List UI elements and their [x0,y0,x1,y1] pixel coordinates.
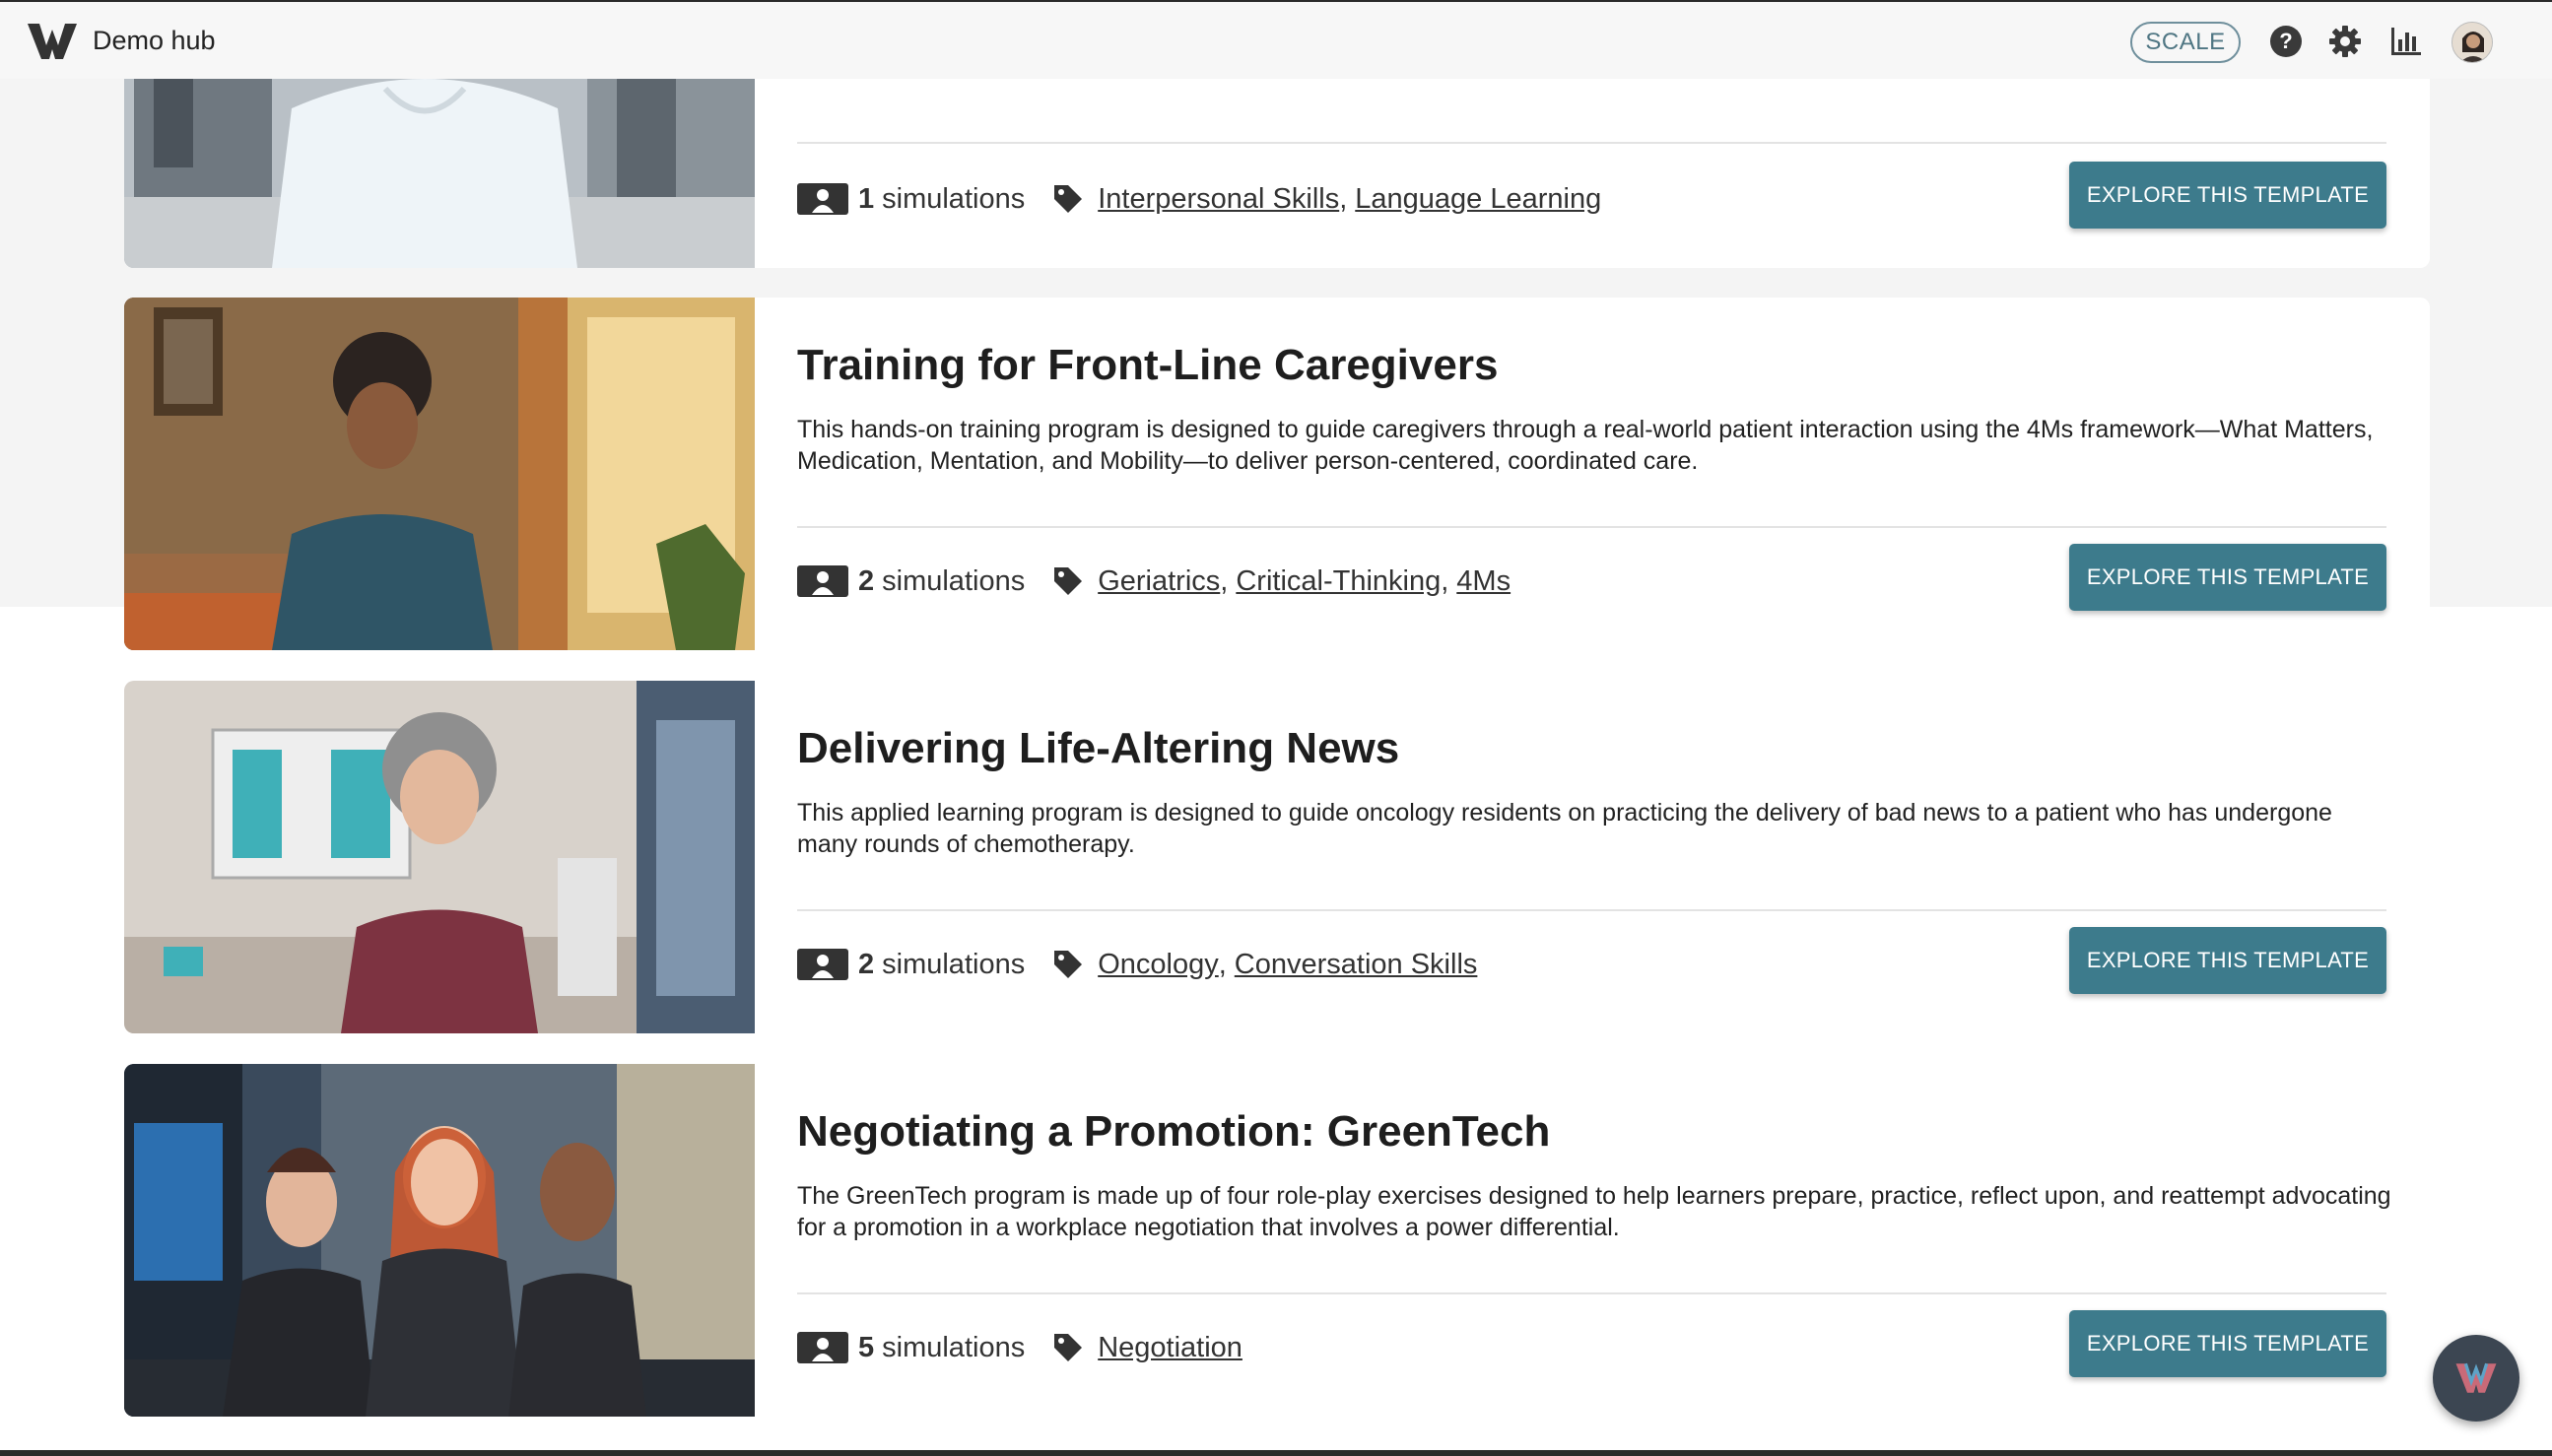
template-card: Negotiating a Promotion: GreenTech The G… [124,1064,2430,1417]
tag-link[interactable]: Geriatrics [1098,565,1220,598]
w-logo-icon[interactable] [26,20,79,63]
divider [797,142,2386,144]
simulation-count: 5 [858,1331,875,1363]
tag-icon [1054,1334,1083,1361]
bar-chart-icon[interactable] [2388,24,2424,59]
gear-icon[interactable] [2327,24,2363,59]
tag-link[interactable]: Critical-Thinking [1236,565,1441,598]
simulation-label: simulations [882,948,1026,980]
tag-icon [1054,951,1083,978]
template-card-body: Delivering Life-Altering News This appli… [797,681,2386,1033]
template-thumbnail[interactable] [124,298,755,650]
tag-link[interactable]: 4Ms [1456,565,1511,598]
app-title[interactable]: Demo hub [93,26,216,56]
template-description: This applied learning program is designe… [797,799,2332,858]
explore-template-button[interactable]: EXPLORE THIS TEMPLATE [2069,162,2386,229]
tag-separator: , [1218,948,1227,980]
template-meta: 1 simulations Interpersonal Skills, Lang… [797,179,1601,219]
tag-separator: , [1220,564,1229,597]
w-logo-fab-icon[interactable] [2433,1335,2519,1422]
top-app-bar: Demo hub SCALE ? [0,0,2552,79]
template-thumbnail[interactable] [124,1064,755,1417]
tag-link[interactable]: Interpersonal Skills [1098,183,1339,216]
tag-icon [1054,185,1083,213]
tag-icon [1054,567,1083,595]
explore-template-button[interactable]: EXPLORE THIS TEMPLATE [2069,544,2386,611]
template-meta: 2 simulations Geriatrics, Critical-Think… [797,562,1511,601]
template-description: The GreenTech program is made up of four… [797,1182,2391,1241]
template-title[interactable]: Delivering Life-Altering News [797,724,1399,773]
scale-badge[interactable]: SCALE [2130,22,2241,63]
template-thumbnail[interactable] [124,681,755,1033]
template-meta: 2 simulations Oncology, Conversation Ski… [797,945,1477,984]
id-card-icon [797,565,848,597]
template-meta: 5 simulations Negotiation [797,1328,1242,1367]
explore-template-button[interactable]: EXPLORE THIS TEMPLATE [2069,1310,2386,1377]
template-card-body: Negotiating a Promotion: GreenTech The G… [797,1064,2391,1417]
simulation-count: 1 [858,182,875,215]
simulation-label: simulations [882,182,1026,215]
divider [797,909,2386,911]
user-avatar[interactable] [2451,22,2493,63]
template-title[interactable]: Negotiating a Promotion: GreenTech [797,1107,1550,1157]
tag-separator: , [1339,182,1348,215]
template-card: Delivering Life-Altering News This appli… [124,681,2430,1033]
id-card-icon [797,1332,848,1363]
divider [797,526,2386,528]
template-card-body: Training for Front-Line Caregivers This … [797,298,2386,650]
simulation-count: 2 [858,564,875,597]
id-card-icon [797,183,848,215]
tag-separator: , [1441,564,1449,597]
tag-link[interactable]: Language Learning [1355,183,1601,216]
simulation-label: simulations [882,1331,1026,1363]
id-card-icon [797,949,848,980]
divider [797,1292,2386,1294]
tag-link[interactable]: Conversation Skills [1235,949,1478,981]
template-description: This hands-on training program is design… [797,416,2374,475]
template-title[interactable]: Training for Front-Line Caregivers [797,341,1498,390]
svg-text:?: ? [2279,29,2292,53]
help-icon[interactable]: ? [2268,24,2304,59]
w-logo-icon [2455,1362,2497,1393]
simulation-label: simulations [882,564,1026,597]
explore-template-button[interactable]: EXPLORE THIS TEMPLATE [2069,927,2386,994]
window-bottom-edge [0,1450,2552,1456]
template-card: Training for Front-Line Caregivers This … [124,298,2430,650]
tag-link[interactable]: Oncology [1098,949,1219,981]
tag-link[interactable]: Negotiation [1098,1332,1242,1364]
simulation-count: 2 [858,948,875,980]
